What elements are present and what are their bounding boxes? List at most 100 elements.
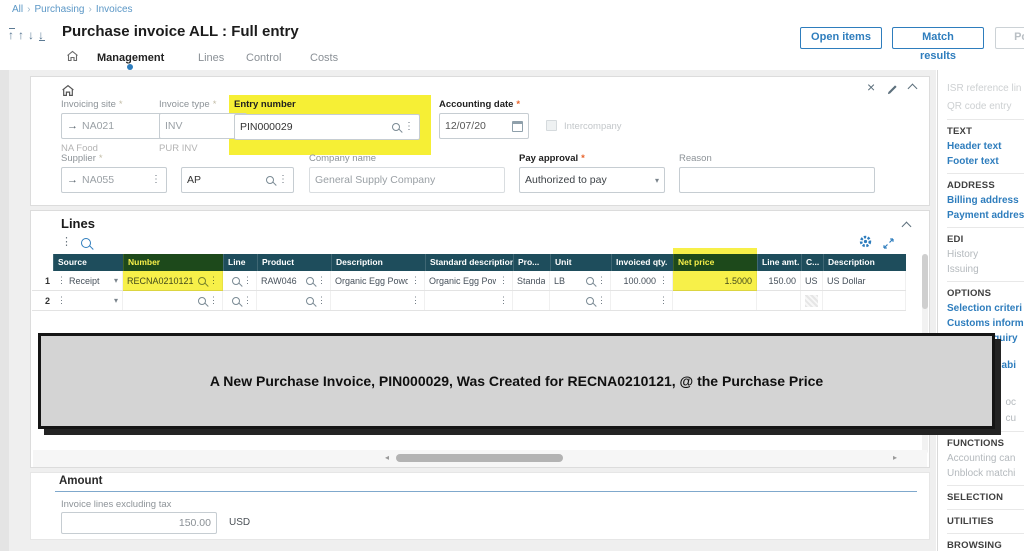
goto-icon[interactable]: → [67, 120, 78, 132]
lookup-icon[interactable] [198, 276, 206, 285]
supplier-short-field[interactable]: AP ⋮ [181, 167, 294, 193]
post-button[interactable]: Post [995, 27, 1024, 49]
lookup-icon[interactable] [392, 123, 400, 131]
cell-line_amt[interactable]: 150.00 [757, 271, 801, 290]
reason-field[interactable] [679, 167, 875, 193]
cell-c[interactable]: USD [801, 271, 823, 290]
breadcrumb-all[interactable]: All [12, 4, 23, 15]
column-header-line[interactable]: Line [223, 254, 257, 271]
grid-search-icon[interactable] [81, 238, 91, 248]
column-header-net_price[interactable]: Net price [673, 254, 757, 271]
cell-net_price[interactable]: 1.5000 [673, 271, 757, 290]
cell-product[interactable]: ⋮ [257, 291, 331, 310]
tab-management[interactable]: Management [97, 52, 164, 70]
last-record-icon[interactable]: ↓ [38, 28, 48, 42]
expand-grid-icon[interactable] [883, 236, 894, 254]
cell-menu-icon[interactable]: ⋮ [597, 296, 606, 305]
scroll-right-icon[interactable]: ▸ [893, 453, 897, 462]
cell-description[interactable]: ⋮ [331, 291, 425, 310]
open-items-button[interactable]: Open items [800, 27, 882, 49]
tab-lines[interactable]: Lines [198, 52, 224, 64]
cell-std_description[interactable]: ⋮ [425, 291, 513, 310]
cell-number[interactable]: RECNA0210121 ⋮ [123, 271, 223, 290]
lookup-icon[interactable] [306, 276, 314, 285]
cell-invoiced_qty[interactable]: 100.000 ⋮ [611, 271, 673, 290]
cell-std_description[interactable]: Organic Egg Powde⋮ [425, 271, 513, 290]
delete-icon[interactable]: × [867, 80, 875, 94]
sidebar-item-billing-address[interactable]: Billing address [947, 193, 1024, 208]
column-header-line_amt[interactable]: Line amt. - t... [757, 254, 801, 271]
cell-menu-icon[interactable]: ⋮ [57, 296, 66, 305]
cell-pro[interactable] [513, 291, 550, 310]
lookup-icon[interactable] [266, 176, 274, 184]
first-record-icon[interactable]: ↑ [8, 28, 18, 42]
sidebar-item-header-text[interactable]: Header text [947, 139, 1024, 154]
pay-approval-select[interactable]: Authorized to pay ▾ [519, 167, 665, 193]
grid-settings-gear-icon[interactable] [859, 235, 872, 253]
grid-menu-icon[interactable]: ⋮ [61, 237, 72, 248]
dropdown-icon[interactable]: ▾ [655, 176, 659, 185]
cell-source[interactable]: ⋮ ▾ [53, 291, 123, 310]
intercompany-checkbox[interactable] [546, 120, 557, 131]
cell-line[interactable]: ⋮ [223, 291, 257, 310]
cell-product[interactable]: RAW046 ⋮ [257, 271, 331, 290]
invoice-lines-excl-tax-field[interactable]: 150.00 [61, 512, 217, 534]
column-header-c[interactable]: C... [801, 254, 823, 271]
cell-description[interactable]: Organic Egg Powde ⋮ [331, 271, 425, 290]
lookup-icon[interactable] [586, 296, 594, 305]
breadcrumb-purchasing[interactable]: Purchasing [34, 4, 84, 15]
supplier-field[interactable]: → NA055 ⋮ [61, 167, 167, 193]
cell-source[interactable]: ⋮ Receipt ▾ [53, 271, 123, 290]
column-header-product[interactable]: Product [257, 254, 331, 271]
scroll-left-icon[interactable]: ◂ [385, 453, 389, 462]
cell-invoiced_qty[interactable]: ⋮ [611, 291, 673, 310]
calendar-icon[interactable] [512, 120, 523, 132]
lookup-icon[interactable] [198, 296, 206, 305]
cell-menu-icon[interactable]: ⋮ [499, 276, 508, 285]
sidebar-item-customs-inform[interactable]: Customs inform [947, 316, 1024, 331]
tab-costs[interactable]: Costs [310, 52, 338, 64]
next-record-icon[interactable]: ↓ [28, 28, 38, 42]
dropdown-icon[interactable]: ▾ [114, 296, 118, 305]
column-header-pro[interactable]: Pro... [513, 254, 550, 271]
cell-menu-icon[interactable]: ⋮ [243, 276, 252, 285]
horizontal-scrollbar[interactable]: ◂ ▸ [33, 450, 927, 467]
cell-line_amt[interactable] [757, 291, 801, 310]
column-header-number[interactable]: Number [123, 254, 223, 271]
column-header-unit[interactable]: Unit [550, 254, 611, 271]
cell-menu-icon[interactable]: ⋮ [209, 296, 218, 305]
column-header-description2[interactable]: Description [823, 254, 906, 271]
breadcrumb-invoices[interactable]: Invoices [96, 4, 133, 15]
cell-pro[interactable]: Standar [513, 271, 550, 290]
cell-menu-icon[interactable]: ⋮ [659, 296, 668, 305]
collapse-section-icon[interactable] [907, 83, 918, 94]
cell-description2[interactable] [823, 291, 906, 310]
field-menu-icon[interactable]: ⋮ [151, 175, 161, 185]
column-header-source[interactable]: Source [53, 254, 123, 271]
lookup-icon[interactable] [306, 296, 314, 305]
cell-menu-icon[interactable]: ⋮ [499, 296, 508, 305]
dropdown-icon[interactable]: ▾ [114, 276, 118, 285]
cell-menu-icon[interactable]: ⋮ [57, 276, 66, 285]
field-menu-icon[interactable]: ⋮ [278, 175, 288, 185]
collapse-lines-icon[interactable] [901, 221, 912, 232]
previous-record-icon[interactable]: ↑ [18, 28, 28, 42]
cell-menu-icon[interactable]: ⋮ [659, 276, 668, 285]
cell-menu-icon[interactable]: ⋮ [597, 276, 606, 285]
goto-icon[interactable]: → [67, 174, 78, 186]
cell-menu-icon[interactable]: ⋮ [243, 296, 252, 305]
row-number[interactable]: 2 [32, 291, 53, 310]
column-header-invoiced_qty[interactable]: Invoiced qty. [611, 254, 673, 271]
cell-unit[interactable]: LB ⋮ [550, 271, 611, 290]
cell-number[interactable]: ⋮ [123, 291, 223, 310]
sidebar-item-payment-addres[interactable]: Payment addres [947, 208, 1024, 223]
vertical-scrollbar-thumb[interactable] [922, 254, 928, 309]
home-tab-icon[interactable] [66, 50, 79, 65]
sidebar-item-selection-criteri[interactable]: Selection criteri [947, 301, 1024, 316]
cell-c[interactable] [801, 291, 823, 310]
lookup-icon[interactable] [232, 296, 240, 305]
field-menu-icon[interactable]: ⋮ [404, 122, 414, 132]
cell-menu-icon[interactable]: ⋮ [411, 276, 420, 285]
horizontal-scrollbar-thumb[interactable] [396, 454, 563, 462]
cell-menu-icon[interactable]: ⋮ [317, 276, 326, 285]
